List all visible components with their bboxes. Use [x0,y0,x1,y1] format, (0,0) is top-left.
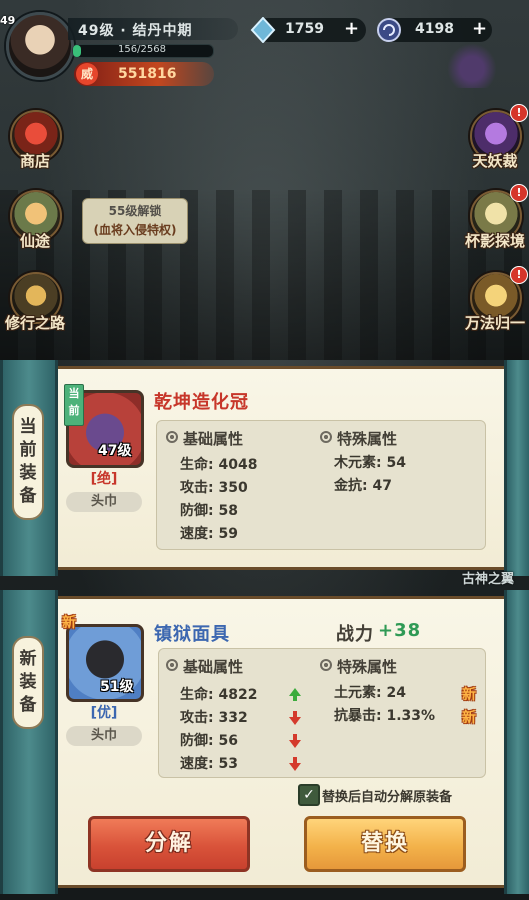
new-special-stat: 抗暴击: 1.33% [334,708,436,724]
current-item-slot: 头巾 [66,492,142,512]
demon-judgment-badge: ! [510,104,528,122]
unlock-tooltip: 55级解锁 (血将入侵特权) [82,198,188,244]
cultivation-path-button[interactable]: 修行之路 [0,272,70,342]
cultivation-path-label: 修行之路 [4,314,65,332]
spirit-coin-icon [377,18,401,42]
power-delta: +38 [378,620,422,641]
decompose-button[interactable]: 分解 [88,816,250,872]
current-equipment-label: 当前装备 [12,404,44,520]
power-value: 551816 [118,66,177,82]
new-special-title: 特殊属性 [320,656,397,677]
power-label: 战力 [336,624,374,645]
player-avatar[interactable] [6,12,74,80]
new-item-slot: 头巾 [66,726,142,746]
cup-shadow-label: 杯影探境 [464,232,525,250]
new-item-quality: [优] [90,705,118,721]
exp-text: 156/2568 [118,44,166,55]
new-item-tag: 新 [62,615,76,631]
stat-down-arrow-icon [289,734,301,748]
auto-decompose-label: 替换后自动分解原装备 [322,790,453,805]
new-special-stat: 土元素: 24 [334,685,406,701]
current-equipment-panel: 当前装备 当前 47级 [绝] 头巾 乾坤造化冠 基础属性 特殊属性 生命: 4… [0,360,529,576]
coin-value: 4198 [415,21,454,37]
new-item-level: 51级 [100,679,134,695]
unity-button[interactable]: 万法归一 ! [460,266,529,342]
unlock-privilege-text: (血将入侵特权) [93,223,177,237]
new-item-name: 镇狱面具 [154,624,230,645]
coin-add-button[interactable]: + [472,18,487,39]
unlock-level-text: 55级解锁 [108,204,162,218]
new-stat-tag: 新 [462,687,476,703]
new-stat-tag: 新 [462,710,476,726]
diamond-add-button[interactable]: + [344,18,359,39]
hero-sprite [444,40,500,88]
shop-button[interactable]: 商店 [0,110,70,180]
current-base-stat: 生命: 4048 [180,457,258,473]
new-equipment-label: 新装备 [12,636,44,729]
stat-up-arrow-icon [289,688,301,701]
avatar-level: 49 [0,14,16,27]
current-special-stat: 金抗: 47 [334,478,392,494]
stat-down-arrow-icon [289,711,301,725]
current-base-stat: 攻击: 350 [180,480,248,496]
city-skyline [0,190,529,360]
new-base-stat: 速度: 53 [180,756,238,772]
new-base-stat: 防御: 56 [180,733,238,749]
background-label: 古神之翼 [462,572,515,587]
current-panel-pillar-right [504,360,529,576]
new-panel-pillar-right [504,590,529,894]
demon-judgment-button[interactable]: 天妖裁 ! [460,104,529,180]
current-item-level: 47级 [98,443,132,459]
replace-button[interactable]: 替换 [304,816,466,872]
diamond-value: 1759 [285,21,324,37]
cup-shadow-badge: ! [510,184,528,202]
current-item-quality: [绝] [90,471,118,487]
current-tag: 当前 [64,384,84,426]
demon-judgment-label: 天妖裁 [472,152,518,170]
realm-text: 49级 · 结丹中期 [78,23,193,39]
current-base-title: 基础属性 [166,428,243,449]
new-base-stat: 生命: 4822 [180,687,258,703]
new-base-title: 基础属性 [166,656,243,677]
diamond-icon [250,17,276,43]
auto-decompose-checkbox[interactable]: ✓ [298,784,320,806]
shop-label: 商店 [19,152,50,170]
immortal-path-label: 仙途 [19,232,50,250]
immortal-path-button[interactable]: 仙途 [0,190,70,260]
stat-down-arrow-icon [289,757,301,771]
new-base-stat: 攻击: 332 [180,710,248,726]
cup-shadow-button[interactable]: 杯影探境 ! [460,184,529,260]
current-base-stat: 防御: 58 [180,503,238,519]
current-special-stat: 木元素: 54 [334,455,406,471]
current-item-name: 乾坤造化冠 [154,392,249,413]
unity-badge: ! [510,266,528,284]
current-special-title: 特殊属性 [320,428,397,449]
current-base-stat: 速度: 59 [180,526,238,542]
power-icon: 威 [76,63,98,85]
new-equipment-panel: 新装备 新 51级 [优] 头巾 镇狱面具 战力 +38 基础属性 特殊属性 生… [0,590,529,894]
unity-label: 万法归一 [464,314,525,332]
